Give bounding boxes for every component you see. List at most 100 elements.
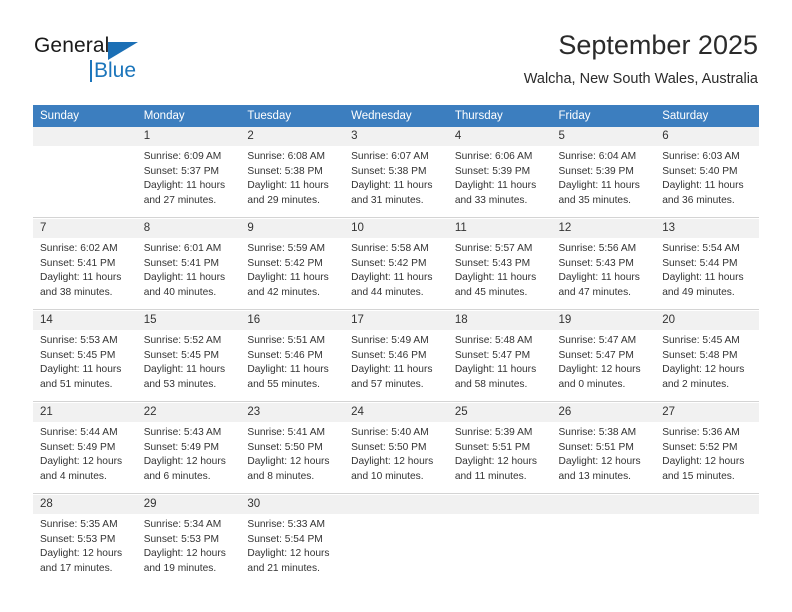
daylight-text-cont: and 15 minutes. [662, 470, 735, 482]
sunset-text: Sunset: 5:39 PM [558, 165, 634, 177]
calendar-day-cell[interactable]: 8 Sunrise: 6:01 AM Sunset: 5:41 PM Daylight… [136, 219, 241, 310]
calendar-day-cell[interactable]: 22 Sunrise: 5:43 AM Sunset: 5:49 PM Dayligh… [136, 403, 241, 494]
calendar-day-cell[interactable]: 29 Sunrise: 5:34 AM Sunset: 5:53 PM Dayligh… [136, 495, 241, 585]
day-number: 3 [344, 127, 448, 146]
day-cell-content: 30 Sunrise: 5:33 AM Sunset: 5:54 PM Dayligh… [240, 495, 345, 585]
calendar-day-cell[interactable]: 20 Sunrise: 5:45 AM Sunset: 5:48 PM Dayligh… [655, 311, 759, 402]
sunset-text: Sunset: 5:51 PM [558, 441, 634, 453]
day-number [447, 495, 552, 514]
day-sun-info: Sunrise: 5:36 AM Sunset: 5:52 PM Daylight:… [655, 422, 759, 484]
day-number [344, 495, 448, 514]
calendar-day-cell[interactable]: 11 Sunrise: 5:57 AM Sunset: 5:43 PM Dayligh… [447, 219, 552, 310]
daylight-text-cont: and 8 minutes. [247, 470, 315, 482]
calendar-day-cell[interactable]: 15 Sunrise: 5:52 AM Sunset: 5:45 PM Dayligh… [136, 311, 241, 402]
sunrise-text: Sunrise: 6:04 AM [558, 151, 637, 162]
day-number: 15 [136, 311, 241, 330]
daylight-text-cont: and 47 minutes. [558, 286, 632, 298]
day-sun-info [655, 514, 759, 518]
calendar-day-cell[interactable]: 27 Sunrise: 5:36 AM Sunset: 5:52 PM Dayligh… [655, 403, 759, 494]
sunset-text: Sunset: 5:47 PM [454, 349, 531, 361]
daylight-text: Daylight: 12 hours [558, 456, 641, 468]
daylight-text: Daylight: 12 hours [662, 364, 745, 376]
calendar-day-cell[interactable]: 7 Sunrise: 6:02 AM Sunset: 5:41 PM Daylight… [33, 219, 137, 310]
day-sun-info: Sunrise: 5:49 AM Sunset: 5:46 PM Daylight:… [344, 330, 448, 392]
logo-text-general: General [34, 34, 110, 57]
day-number: 14 [33, 311, 137, 330]
calendar-day-cell[interactable]: 28 Sunrise: 5:35 AM Sunset: 5:53 PM Dayligh… [33, 495, 137, 585]
calendar-day-cell[interactable]: 18 Sunrise: 5:48 AM Sunset: 5:47 PM Dayligh… [447, 311, 552, 402]
day-cell-content: 11 Sunrise: 5:57 AM Sunset: 5:43 PM Dayligh… [447, 219, 552, 309]
day-cell-content: 26 Sunrise: 5:38 AM Sunset: 5:51 PM Dayligh… [551, 403, 656, 493]
general-blue-logo: General Blue [34, 34, 184, 90]
day-cell-content: 24 Sunrise: 5:40 AM Sunset: 5:50 PM Dayligh… [344, 403, 448, 493]
sunset-text: Sunset: 5:41 PM [143, 257, 220, 269]
calendar-day-cell[interactable]: 4 Sunrise: 6:06 AM Sunset: 5:39 PM Daylight… [447, 127, 552, 218]
calendar-day-cell[interactable]: 9 Sunrise: 5:59 AM Sunset: 5:42 PM Daylight… [240, 219, 345, 310]
calendar-week-row: 14 Sunrise: 5:53 AM Sunset: 5:45 PM Dayligh… [33, 311, 759, 402]
calendar-day-cell[interactable]: 24 Sunrise: 5:40 AM Sunset: 5:50 PM Dayligh… [344, 403, 448, 494]
sunset-text: Sunset: 5:46 PM [247, 349, 323, 361]
daylight-text-cont: and 11 minutes. [454, 470, 527, 482]
sunrise-text: Sunrise: 5:59 AM [247, 243, 325, 254]
calendar-day-cell[interactable]: 21 Sunrise: 5:44 AM Sunset: 5:49 PM Dayligh… [33, 403, 137, 494]
day-sun-info: Sunrise: 5:45 AM Sunset: 5:48 PM Daylight:… [655, 330, 759, 392]
day-cell-content: 2 Sunrise: 6:08 AM Sunset: 5:38 PM Daylight… [240, 127, 345, 217]
daylight-text-cont: and 29 minutes. [247, 194, 320, 206]
daylight-text-cont: and 51 minutes. [40, 378, 113, 390]
daylight-text-cont: and 17 minutes. [40, 562, 113, 574]
calendar-day-cell[interactable]: 17 Sunrise: 5:49 AM Sunset: 5:46 PM Dayligh… [344, 311, 448, 402]
sunset-text: Sunset: 5:50 PM [351, 441, 427, 453]
sunset-text: Sunset: 5:52 PM [662, 441, 738, 453]
daylight-text-cont: and 13 minutes. [558, 470, 632, 482]
calendar-day-cell[interactable]: 3 Sunrise: 6:07 AM Sunset: 5:38 PM Daylight… [344, 127, 448, 218]
calendar-day-cell[interactable]: 16 Sunrise: 5:51 AM Sunset: 5:46 PM Dayligh… [240, 311, 345, 402]
day-number: 9 [240, 219, 345, 238]
daylight-text-cont: and 40 minutes. [143, 286, 217, 298]
daylight-text-cont: and 35 minutes. [558, 194, 632, 206]
calendar-day-cell[interactable]: 13 Sunrise: 5:54 AM Sunset: 5:44 PM Dayligh… [655, 219, 759, 310]
page-title: September 2025 [558, 30, 758, 60]
day-number: 29 [136, 495, 241, 514]
calendar-day-cell[interactable]: 12 Sunrise: 5:56 AM Sunset: 5:43 PM Dayligh… [551, 219, 656, 310]
daylight-text-cont: and 36 minutes. [662, 194, 735, 206]
day-number: 5 [551, 127, 656, 146]
calendar-day-cell[interactable]: 19 Sunrise: 5:47 AM Sunset: 5:47 PM Dayligh… [551, 311, 656, 402]
calendar-day-cell[interactable]: 26 Sunrise: 5:38 AM Sunset: 5:51 PM Dayligh… [551, 403, 656, 494]
calendar-day-cell[interactable]: 25 Sunrise: 5:39 AM Sunset: 5:51 PM Dayligh… [447, 403, 552, 494]
calendar-day-cell[interactable]: 23 Sunrise: 5:41 AM Sunset: 5:50 PM Dayligh… [240, 403, 345, 494]
day-cell-content: 14 Sunrise: 5:53 AM Sunset: 5:45 PM Dayligh… [33, 311, 137, 401]
daylight-text-cont: and 44 minutes. [351, 286, 424, 298]
sunset-text: Sunset: 5:43 PM [558, 257, 634, 269]
calendar-day-cell[interactable]: 30 Sunrise: 5:33 AM Sunset: 5:54 PM Dayligh… [240, 495, 345, 585]
sunrise-text: Sunrise: 5:54 AM [662, 243, 740, 254]
day-cell-content: 12 Sunrise: 5:56 AM Sunset: 5:43 PM Dayligh… [551, 219, 656, 309]
daylight-text: Daylight: 11 hours [247, 364, 329, 376]
logo-text-blue: Blue [94, 59, 137, 82]
daylight-text-cont: and 6 minutes. [143, 470, 211, 482]
day-sun-info [448, 514, 552, 518]
day-sun-info: Sunrise: 5:44 AM Sunset: 5:49 PM Daylight:… [33, 422, 137, 484]
daylight-text: Daylight: 11 hours [40, 272, 122, 284]
calendar-day-cell[interactable]: 6 Sunrise: 6:03 AM Sunset: 5:40 PM Daylight… [655, 127, 759, 218]
day-sun-info [33, 146, 137, 150]
day-sun-info: Sunrise: 5:59 AM Sunset: 5:42 PM Daylight:… [240, 238, 344, 300]
sunset-text: Sunset: 5:41 PM [40, 257, 116, 269]
day-sun-info: Sunrise: 5:39 AM Sunset: 5:51 PM Daylight:… [448, 422, 552, 484]
calendar-day-cell[interactable]: 2 Sunrise: 6:08 AM Sunset: 5:38 PM Daylight… [240, 127, 345, 218]
calendar-day-cell[interactable]: 5 Sunrise: 6:04 AM Sunset: 5:39 PM Daylight… [551, 127, 656, 218]
calendar-day-cell[interactable]: 14 Sunrise: 5:53 AM Sunset: 5:45 PM Dayligh… [33, 311, 137, 402]
calendar-page: General Blue September 2025 Walcha, New … [0, 0, 792, 612]
calendar-column-header-tuesday: Tuesday [240, 105, 345, 127]
daylight-text: Daylight: 11 hours [143, 272, 226, 284]
day-number: 10 [344, 219, 448, 238]
day-sun-info: Sunrise: 5:43 AM Sunset: 5:49 PM Daylight:… [137, 422, 241, 484]
daylight-text: Daylight: 12 hours [558, 364, 641, 376]
calendar-day-cell[interactable]: 10 Sunrise: 5:58 AM Sunset: 5:42 PM Dayligh… [344, 219, 448, 310]
calendar-day-cell [344, 495, 448, 585]
sunset-text: Sunset: 5:46 PM [351, 349, 427, 361]
day-number: 23 [240, 403, 345, 422]
sunset-text: Sunset: 5:51 PM [454, 441, 531, 453]
calendar-day-cell[interactable]: 1 Sunrise: 6:09 AM Sunset: 5:37 PM Daylight… [136, 127, 241, 218]
sunset-text: Sunset: 5:45 PM [143, 349, 220, 361]
day-number: 27 [655, 403, 759, 422]
